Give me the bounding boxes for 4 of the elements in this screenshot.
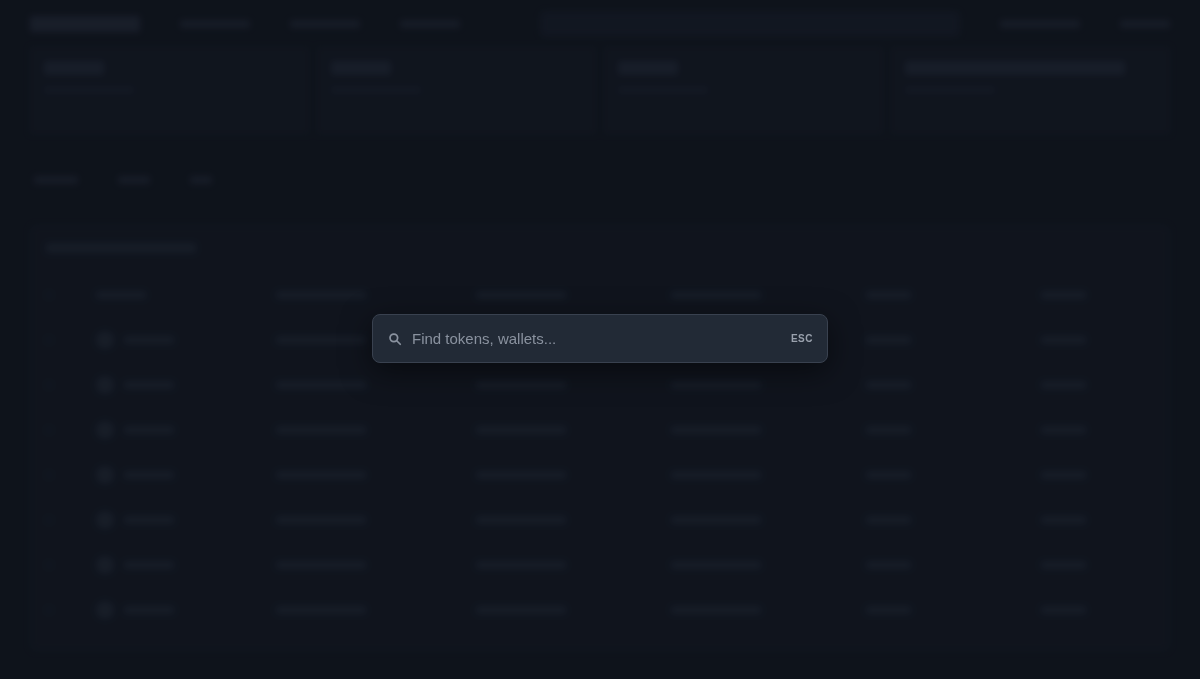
search-field[interactable]: Find tokens, wallets... ESC xyxy=(372,314,828,363)
shortcut-key: ESC xyxy=(790,333,813,344)
search-input[interactable]: Find tokens, wallets... xyxy=(412,330,781,347)
search-icon xyxy=(388,331,402,346)
